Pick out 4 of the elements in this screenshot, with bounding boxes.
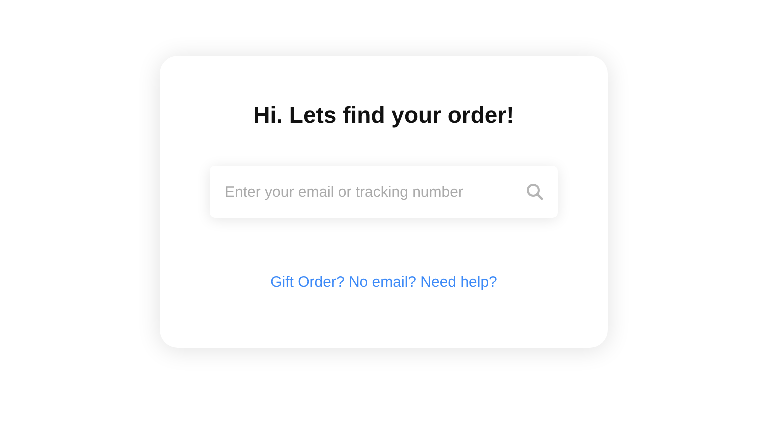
help-link[interactable]: Gift Order? No email? Need help? (270, 274, 498, 291)
card-title: Hi. Lets find your order! (254, 101, 514, 130)
search-field[interactable]: Enter your email or tracking number (210, 166, 558, 218)
search-icon[interactable] (526, 183, 544, 201)
